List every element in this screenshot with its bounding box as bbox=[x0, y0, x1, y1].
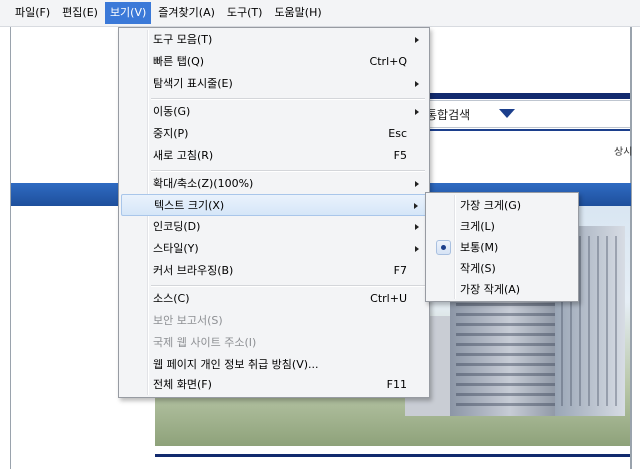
menu-item-stop[interactable]: 중지(P) Esc bbox=[121, 123, 427, 145]
menu-item-encoding[interactable]: 인코딩(D) bbox=[121, 216, 427, 238]
menu-favorites[interactable]: 즐겨찾기(A) bbox=[153, 2, 220, 24]
shortcut-label: F11 bbox=[386, 378, 407, 391]
text-size-medium[interactable]: 보통(M) bbox=[428, 237, 576, 258]
header-stripe bbox=[430, 93, 630, 99]
menu-item-label: 가장 크게(G) bbox=[460, 199, 522, 212]
menu-item-label: 가장 작게(A) bbox=[460, 283, 521, 296]
menu-item-quick-tabs[interactable]: 빠른 탭(Q) Ctrl+Q bbox=[121, 51, 427, 73]
menu-item-go-to[interactable]: 이동(G) bbox=[121, 101, 427, 123]
menu-edit[interactable]: 편집(E) bbox=[57, 2, 103, 24]
menu-item-international-address: 국제 웹 사이트 주소(I) bbox=[121, 332, 427, 354]
menu-item-label: 커서 브라우징(B) bbox=[153, 264, 234, 277]
menu-bar: 파일(F) 편집(E) 보기(V) 즐겨찾기(A) 도구(T) 도움말(H) bbox=[0, 0, 640, 27]
menu-item-full-screen[interactable]: 전체 화면(F) F11 bbox=[121, 374, 427, 396]
submenu-arrow-icon bbox=[415, 81, 419, 87]
scrollbar-edge[interactable] bbox=[630, 27, 632, 469]
menu-item-zoom[interactable]: 확대/축소(Z)(100%) bbox=[121, 173, 427, 195]
search-category-select[interactable]: 통합검색 bbox=[420, 100, 630, 128]
shortcut-label: Ctrl+U bbox=[370, 292, 407, 305]
menu-item-caret-browsing[interactable]: 커서 브라우징(B) F7 bbox=[121, 260, 427, 282]
menu-separator bbox=[151, 98, 425, 100]
menu-separator bbox=[151, 170, 425, 172]
menu-item-label: 스타일(Y) bbox=[153, 242, 199, 255]
text-size-smaller[interactable]: 작게(S) bbox=[428, 258, 576, 279]
shortcut-label: Esc bbox=[388, 127, 407, 140]
menu-item-label: 텍스트 크기(X) bbox=[154, 199, 225, 212]
submenu-arrow-icon bbox=[414, 203, 418, 209]
submenu-arrow-icon bbox=[415, 246, 419, 252]
shortcut-label: F5 bbox=[393, 149, 407, 162]
menu-item-label: 전체 화면(F) bbox=[153, 378, 212, 391]
menu-item-label: 웹 페이지 개인 정보 취급 방침(V)... bbox=[153, 358, 319, 371]
menu-item-label: 크게(L) bbox=[460, 220, 495, 233]
menu-item-label: 도구 모음(T) bbox=[153, 33, 213, 46]
menu-item-label: 보안 보고서(S) bbox=[153, 314, 223, 327]
menu-tools[interactable]: 도구(T) bbox=[222, 2, 268, 24]
menu-item-label: 중지(P) bbox=[153, 127, 189, 140]
menu-item-label: 빠른 탭(Q) bbox=[153, 55, 205, 68]
footer-line bbox=[155, 454, 630, 457]
menu-separator bbox=[151, 285, 425, 287]
submenu-arrow-icon bbox=[415, 181, 419, 187]
text-size-smallest[interactable]: 가장 작게(A) bbox=[428, 279, 576, 300]
text-size-submenu: 가장 크게(G) 크게(L) 보통(M) 작게(S) 가장 작게(A) bbox=[425, 192, 579, 302]
search-underline bbox=[420, 129, 630, 131]
menu-view[interactable]: 보기(V) bbox=[104, 2, 152, 24]
menu-item-label: 인코딩(D) bbox=[153, 220, 201, 233]
text-size-larger[interactable]: 크게(L) bbox=[428, 216, 576, 237]
menu-item-privacy-policy[interactable]: 웹 페이지 개인 정보 취급 방침(V)... bbox=[121, 354, 427, 376]
view-menu: 도구 모음(T) 빠른 탭(Q) Ctrl+Q 탐색기 표시줄(E) 이동(G)… bbox=[118, 27, 430, 398]
text-size-largest[interactable]: 가장 크게(G) bbox=[428, 195, 576, 216]
dropdown-arrow-icon[interactable] bbox=[499, 109, 515, 118]
menu-item-source[interactable]: 소스(C) Ctrl+U bbox=[121, 288, 427, 310]
menu-item-label: 탐색기 표시줄(E) bbox=[153, 77, 233, 90]
shortcut-label: F7 bbox=[393, 264, 407, 277]
menu-item-label: 작게(S) bbox=[460, 262, 496, 275]
menu-item-label: 새로 고침(R) bbox=[153, 149, 214, 162]
menu-item-label: 이동(G) bbox=[153, 105, 191, 118]
menu-item-toolbars[interactable]: 도구 모음(T) bbox=[121, 29, 427, 51]
header-link[interactable]: 상시 bbox=[614, 143, 632, 158]
menu-help[interactable]: 도움말(H) bbox=[269, 2, 326, 24]
radio-selected-icon bbox=[436, 240, 451, 255]
menu-item-style[interactable]: 스타일(Y) bbox=[121, 238, 427, 260]
menu-item-label: 보통(M) bbox=[460, 241, 499, 254]
menu-item-label: 국제 웹 사이트 주소(I) bbox=[153, 336, 257, 349]
menu-item-label: 확대/축소(Z)(100%) bbox=[153, 177, 254, 190]
menu-item-explorer-bars[interactable]: 탐색기 표시줄(E) bbox=[121, 73, 427, 95]
shortcut-label: Ctrl+Q bbox=[369, 55, 407, 68]
menu-file[interactable]: 파일(F) bbox=[10, 2, 55, 24]
submenu-arrow-icon bbox=[415, 224, 419, 230]
menu-item-label: 소스(C) bbox=[153, 292, 190, 305]
submenu-arrow-icon bbox=[415, 109, 419, 115]
submenu-arrow-icon bbox=[415, 37, 419, 43]
search-category-label: 통합검색 bbox=[426, 108, 471, 122]
menu-item-text-size[interactable]: 텍스트 크기(X) bbox=[121, 194, 427, 216]
menu-item-security-report: 보안 보고서(S) bbox=[121, 310, 427, 332]
menu-item-refresh[interactable]: 새로 고침(R) F5 bbox=[121, 145, 427, 167]
